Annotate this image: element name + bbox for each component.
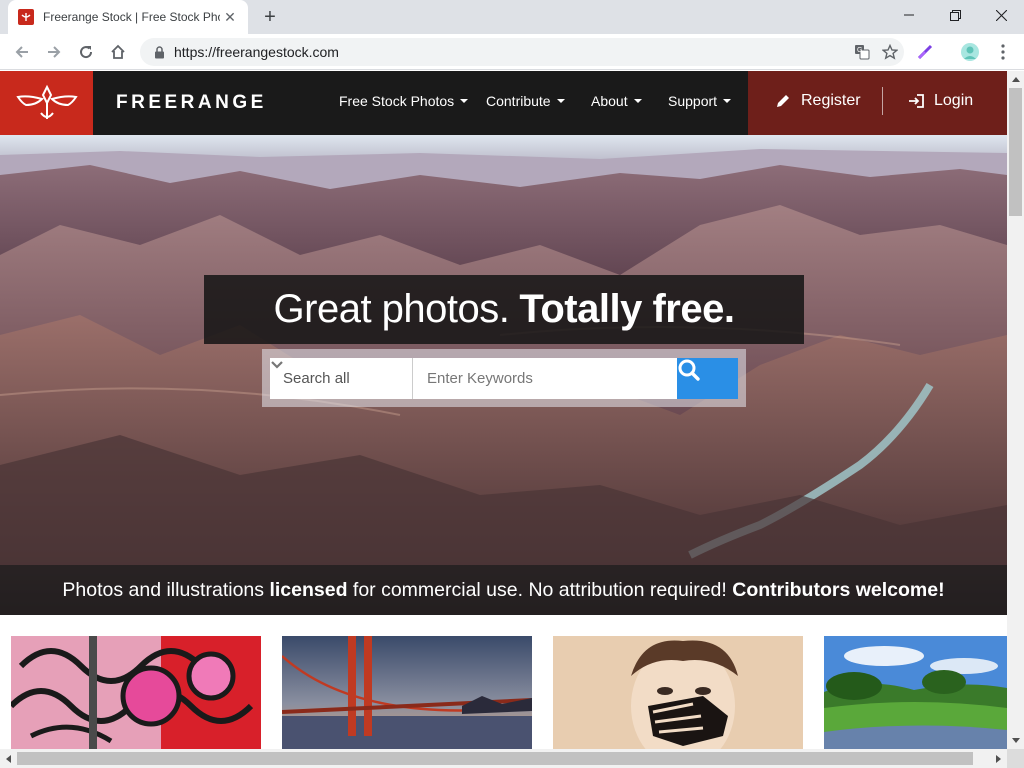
register-label: Register bbox=[801, 92, 861, 109]
close-window-icon[interactable] bbox=[978, 0, 1024, 30]
thumbnail-golden-gate-bridge[interactable] bbox=[282, 636, 532, 749]
logo-bird-icon bbox=[15, 84, 78, 119]
horizontal-scroll-thumb[interactable] bbox=[17, 752, 973, 765]
tagline-contributors[interactable]: Contributors welcome! bbox=[732, 579, 944, 602]
svg-text:G: G bbox=[857, 47, 862, 54]
new-tab-icon[interactable]: + bbox=[258, 5, 282, 29]
headline-regular: Great photos. bbox=[273, 287, 510, 331]
caret-down-icon bbox=[460, 99, 469, 103]
nav-about[interactable]: About bbox=[591, 93, 642, 109]
tagline-part2: for commercial use. No attribution requi… bbox=[347, 578, 733, 601]
favicon-icon bbox=[18, 9, 34, 25]
vertical-scrollbar[interactable] bbox=[1007, 71, 1024, 749]
site-header: FREERANGE Free Stock Photos Contribute A… bbox=[0, 71, 1007, 135]
browser-tab[interactable]: Freerange Stock | Free Stock Photos ✕ bbox=[8, 0, 248, 34]
lock-icon bbox=[152, 45, 166, 59]
nav-label: Free Stock Photos bbox=[339, 93, 455, 109]
hero-banner: Great photos. Totally free. Search all P… bbox=[0, 135, 1007, 615]
tab-title: Freerange Stock | Free Stock Photos bbox=[43, 10, 220, 24]
nav-contribute[interactable]: Contribute bbox=[486, 93, 565, 109]
pencil-icon bbox=[777, 95, 789, 107]
profile-avatar-icon[interactable] bbox=[958, 40, 982, 64]
nav-support[interactable]: Support bbox=[668, 93, 732, 109]
search-form: Search all bbox=[262, 349, 746, 407]
auth-divider bbox=[882, 87, 883, 115]
headline-bold: Totally free. bbox=[519, 287, 735, 331]
login-label: Login bbox=[934, 92, 974, 109]
home-icon[interactable] bbox=[106, 40, 130, 64]
scroll-up-icon[interactable] bbox=[1007, 71, 1024, 88]
scrollbar-corner bbox=[1007, 749, 1024, 768]
search-category-select[interactable]: Search all bbox=[270, 358, 412, 399]
vertical-scroll-thumb[interactable] bbox=[1009, 88, 1022, 216]
auth-panel: Register Login bbox=[748, 71, 1007, 135]
address-bar[interactable]: https://freerangestock.com G bbox=[140, 38, 904, 66]
search-input[interactable] bbox=[412, 358, 677, 399]
close-tab-icon[interactable]: ✕ bbox=[220, 7, 240, 27]
thumbnail-graffiti[interactable] bbox=[11, 636, 261, 749]
chevron-down-icon bbox=[271, 361, 283, 369]
login-link[interactable]: Login bbox=[908, 92, 973, 110]
nav-free-stock-photos[interactable]: Free Stock Photos bbox=[339, 93, 469, 109]
minimize-icon[interactable] bbox=[886, 0, 932, 30]
caret-down-icon bbox=[633, 99, 642, 103]
scroll-down-icon[interactable] bbox=[1007, 732, 1024, 749]
thumbnail-green-meadow[interactable] bbox=[824, 636, 1007, 749]
translate-icon[interactable]: G bbox=[848, 38, 876, 66]
scroll-left-icon[interactable] bbox=[0, 750, 17, 767]
search-icon bbox=[678, 359, 700, 381]
caret-down-icon bbox=[723, 99, 732, 103]
forward-icon[interactable] bbox=[42, 40, 66, 64]
reload-icon[interactable] bbox=[74, 40, 98, 64]
horizontal-scrollbar[interactable] bbox=[0, 749, 1007, 768]
hero-headline: Great photos. Totally free. bbox=[204, 275, 804, 344]
extension-feather-icon[interactable] bbox=[913, 40, 937, 64]
hero-tagline: Photos and illustrations licensed for co… bbox=[0, 565, 1007, 615]
nav-label: Support bbox=[668, 93, 718, 109]
browser-toolbar: https://freerangestock.com G bbox=[0, 34, 1024, 70]
thumbnail-face-handprint[interactable] bbox=[553, 636, 803, 749]
login-icon bbox=[909, 94, 924, 108]
restore-icon[interactable] bbox=[932, 0, 978, 30]
bookmark-star-icon[interactable] bbox=[876, 38, 904, 66]
page-viewport: FREERANGE Free Stock Photos Contribute A… bbox=[0, 71, 1007, 749]
back-icon[interactable] bbox=[10, 40, 34, 64]
scroll-right-icon[interactable] bbox=[990, 750, 1007, 767]
nav-label: Contribute bbox=[486, 93, 551, 109]
search-button[interactable] bbox=[677, 358, 738, 399]
browser-tabstrip: Freerange Stock | Free Stock Photos ✕ + bbox=[0, 0, 1024, 34]
caret-down-icon bbox=[556, 99, 565, 103]
search-select-value: Search all bbox=[283, 370, 350, 387]
register-link[interactable]: Register bbox=[775, 92, 861, 110]
url-text: https://freerangestock.com bbox=[174, 44, 339, 60]
browser-menu-icon[interactable] bbox=[991, 40, 1015, 64]
brand-name[interactable]: FREERANGE bbox=[116, 92, 267, 114]
tagline-licensed[interactable]: licensed bbox=[269, 579, 347, 602]
nav-label: About bbox=[591, 93, 628, 109]
tagline-part1: Photos and illustrations bbox=[62, 578, 270, 601]
logo[interactable] bbox=[0, 71, 93, 135]
